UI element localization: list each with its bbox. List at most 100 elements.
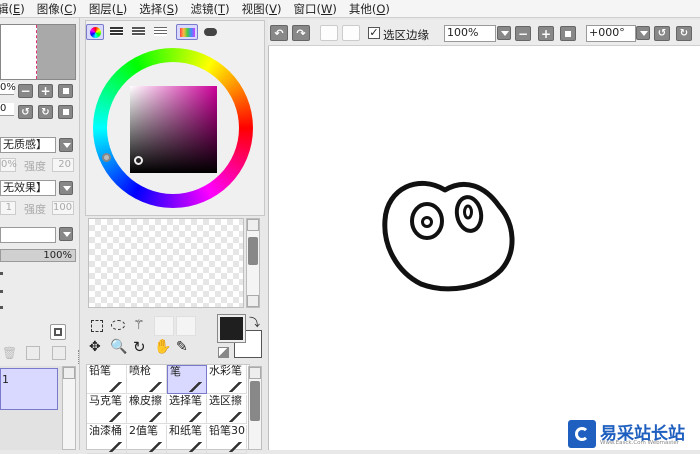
- zoom-out-button[interactable]: −: [18, 84, 33, 98]
- menu-item-4[interactable]: 滤镜(T): [191, 1, 242, 17]
- square-icon: [62, 88, 69, 94]
- navigator-zoom-value[interactable]: 0%: [0, 82, 16, 95]
- blend-mode-combo-arrow[interactable]: [59, 227, 73, 241]
- blend-mode-combo[interactable]: [0, 227, 56, 243]
- hue-cursor[interactable]: [102, 153, 111, 162]
- menu-item-3[interactable]: 选择(S): [139, 1, 190, 17]
- menu-item-suffix: ): [276, 1, 282, 16]
- drawing-canvas[interactable]: [268, 46, 700, 450]
- transparent-color-icon[interactable]: [218, 347, 229, 358]
- rotate-left-button[interactable]: ↺: [18, 105, 33, 119]
- canvas-zoom-reset-button[interactable]: [560, 26, 576, 41]
- navigator-thumbnail[interactable]: [0, 24, 76, 80]
- canvas-zoom-out-button[interactable]: −: [515, 26, 531, 41]
- menu-item-6[interactable]: 窗口(W): [293, 1, 348, 17]
- rotation-combo-arrow[interactable]: [636, 26, 650, 40]
- brush-slot-7[interactable]: 选区擦: [207, 395, 247, 424]
- undo-button[interactable]: ↶: [270, 25, 288, 41]
- panel-splitter-dots[interactable]: [78, 350, 81, 364]
- copy-layer-icon[interactable]: [52, 346, 66, 360]
- selection-edge-checkbox[interactable]: ✓: [368, 27, 380, 39]
- hsv-slider-tab[interactable]: [130, 24, 148, 40]
- rotate-tool-icon[interactable]: ↻: [133, 339, 149, 355]
- rgb-slider-tab[interactable]: [108, 24, 126, 40]
- eyedropper-tool-icon[interactable]: ✎: [176, 339, 192, 355]
- swatch-tab[interactable]: [176, 24, 198, 40]
- new-layer-button[interactable]: [50, 324, 66, 340]
- menu-item-accelerator: W: [320, 1, 333, 16]
- saturation-value-square[interactable]: [130, 86, 217, 173]
- deselect-button[interactable]: [320, 25, 338, 41]
- zoom-tool-icon[interactable]: 🔍: [110, 339, 127, 355]
- opacity-slider[interactable]: 100%: [0, 249, 76, 262]
- brush-scroll-thumb[interactable]: [250, 381, 260, 421]
- brush-scrollbar[interactable]: [248, 366, 262, 450]
- invert-selection-button[interactable]: [342, 25, 360, 41]
- brush-slot-0[interactable]: 铅笔: [87, 365, 127, 394]
- layer-scrollbar[interactable]: [62, 366, 76, 450]
- empty-tool-slot-2: [176, 316, 196, 336]
- merge-layer-icon[interactable]: [26, 346, 40, 360]
- rotate-reset-button[interactable]: [58, 105, 73, 119]
- brush-slot-1[interactable]: 喷枪: [127, 365, 167, 394]
- swatch-scrollbar[interactable]: [246, 218, 260, 308]
- effect-combo[interactable]: 无效果】: [0, 180, 56, 196]
- navigator-view-rect[interactable]: [1, 25, 37, 79]
- menu-item-label: 图层(: [88, 1, 117, 16]
- effect-combo-arrow[interactable]: [59, 181, 73, 195]
- redo-button[interactable]: ↷: [292, 25, 310, 41]
- sv-cursor[interactable]: [134, 156, 143, 165]
- navigator-angle-value[interactable]: 0: [0, 103, 14, 116]
- canvas-rotate-right-button[interactable]: ↻: [676, 26, 692, 41]
- menu-item-1[interactable]: 图像(C): [37, 1, 89, 17]
- brush-slot-6[interactable]: 选择笔: [167, 395, 207, 424]
- menu-item-2[interactable]: 图层(L): [89, 1, 139, 17]
- menu-item-suffix: ): [332, 1, 337, 16]
- menu-item-label: 图像(: [36, 1, 65, 16]
- texture-combo[interactable]: 无质感】: [0, 137, 56, 153]
- zoom-reset-button[interactable]: [58, 84, 73, 98]
- brush-slot-2[interactable]: 笔: [167, 365, 207, 394]
- color-mix-tab[interactable]: [152, 24, 170, 40]
- menu-item-0[interactable]: 辑(E): [0, 1, 37, 17]
- face-outline: [382, 180, 515, 292]
- layer-item[interactable]: 1: [0, 368, 58, 410]
- magic-wand-tool-icon[interactable]: ⚚: [133, 318, 149, 334]
- menu-item-accelerator: V: [269, 1, 277, 16]
- menu-item-5[interactable]: 视图(V): [242, 1, 294, 17]
- swatch-scroll-up[interactable]: [247, 219, 259, 231]
- move-tool-icon[interactable]: ✥: [89, 339, 105, 355]
- color-wheel-tab[interactable]: [86, 24, 104, 40]
- menu-item-label: 滤镜(: [190, 1, 219, 16]
- canvas-zoom-in-button[interactable]: +: [538, 26, 554, 41]
- menu-item-7[interactable]: 其他(O): [349, 1, 402, 17]
- brush-scroll-up[interactable]: [249, 367, 261, 379]
- brush-slot-3[interactable]: 水彩笔: [207, 365, 247, 394]
- zoom-in-button[interactable]: +: [38, 84, 53, 98]
- swatch-scroll-thumb[interactable]: [248, 237, 258, 265]
- delete-layer-icon[interactable]: 🗑: [2, 346, 17, 360]
- pen-icon: [189, 382, 203, 392]
- canvas-rotate-left-button[interactable]: ↺: [654, 26, 670, 41]
- layer-scroll-up[interactable]: [63, 367, 75, 379]
- swap-colors-icon[interactable]: ⤵: [249, 314, 260, 330]
- foreground-color-swatch[interactable]: [217, 314, 246, 343]
- brush-slot-5[interactable]: 橡皮擦: [127, 395, 167, 424]
- lasso-tool-icon[interactable]: [111, 320, 125, 330]
- menu-item-label: 选择(: [139, 1, 167, 16]
- texture-combo-arrow[interactable]: [59, 138, 73, 152]
- rotate-right-button[interactable]: ↻: [38, 105, 53, 119]
- selection-edge-label[interactable]: 选区边缘: [383, 27, 429, 43]
- brush-slot-4[interactable]: 马克笔: [87, 395, 127, 424]
- hand-tool-icon[interactable]: ✋: [154, 339, 171, 355]
- rotation-combo[interactable]: +000°: [586, 25, 636, 42]
- swatch-area[interactable]: [88, 218, 244, 308]
- brush-label: 马克笔: [89, 395, 122, 407]
- zoom-combo[interactable]: 100%: [444, 25, 496, 42]
- zoom-combo-arrow[interactable]: [497, 26, 511, 40]
- color-wheel-icon: [90, 27, 101, 38]
- scratchpad-tab[interactable]: [202, 24, 220, 40]
- swatch-scroll-down[interactable]: [247, 295, 259, 307]
- rect-select-tool-icon[interactable]: [91, 320, 103, 332]
- menu-item-label: 视图(: [241, 1, 270, 16]
